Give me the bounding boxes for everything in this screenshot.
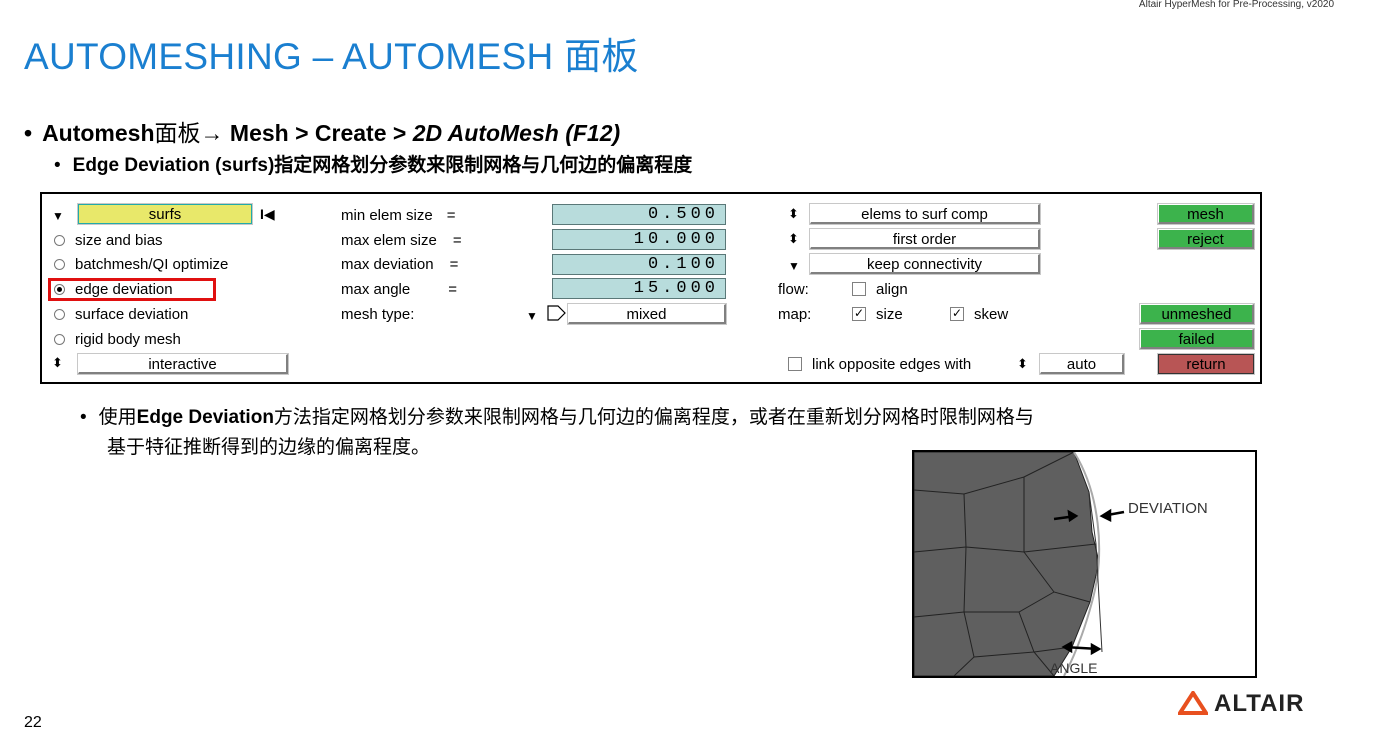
- align-checkbox[interactable]: align: [852, 281, 908, 298]
- radio-icon: [54, 258, 65, 270]
- dropdown-icon[interactable]: ▼: [788, 257, 800, 274]
- radio-size-and-bias[interactable]: size and bias: [54, 232, 163, 249]
- radio-icon: [54, 308, 65, 320]
- radio-icon: [54, 234, 65, 246]
- max-elem-size-field[interactable]: 10.000: [552, 229, 726, 250]
- altair-logo: ALTAIR: [1176, 689, 1305, 718]
- text-segment: 使用: [98, 406, 137, 428]
- toggle-updown-icon[interactable]: ⬍: [788, 206, 799, 222]
- altair-triangle-icon: [1176, 689, 1210, 715]
- flow-label: flow:: [778, 281, 809, 298]
- param-label: max angle =: [341, 281, 457, 298]
- page-number: 22: [24, 714, 42, 731]
- first-order-button[interactable]: first order: [810, 229, 1040, 249]
- param-label: max elem size =: [341, 232, 462, 249]
- element-shape-icon: [546, 304, 566, 322]
- description-line2: 基于特征推断得到的边缘的偏离程度。: [107, 436, 431, 458]
- toggle-updown-icon[interactable]: ⬍: [1017, 356, 1028, 372]
- param-label: min elem size =: [341, 207, 456, 224]
- radio-icon: [54, 333, 65, 345]
- bullet1-cn: 面板: [154, 121, 201, 147]
- param-label: max deviation =: [341, 256, 459, 273]
- edge-deviation-highlight: [48, 278, 216, 301]
- max-deviation-field[interactable]: 0.100: [552, 254, 726, 275]
- interactive-toggle-button[interactable]: interactive: [78, 354, 288, 374]
- entity-dropdown-icon[interactable]: ▼: [52, 207, 64, 224]
- text-bold: Edge Deviation: [136, 407, 274, 428]
- description-line1: • 使用Edge Deviation方法指定网格划分参数来限制网格与几何边的偏离程…: [80, 402, 1034, 429]
- bullet2-text: Edge Deviation (surfs)指定网格划分参数来限制网格与几何边的…: [72, 155, 693, 176]
- checkbox-label: skew: [974, 306, 1009, 323]
- bullet-edge-deviation: • Edge Deviation (surfs)指定网格划分参数来限制网格与几何边…: [54, 150, 692, 177]
- deviation-figure: DEVIATION ANGLE: [912, 450, 1257, 678]
- automesh-panel: ▼ surfs I◀ size and bias batchmesh/QI op…: [40, 192, 1262, 384]
- bullet-dot: •: [54, 155, 61, 176]
- reject-button[interactable]: reject: [1158, 229, 1254, 249]
- text-segment: 方法指定网格划分参数来限制网格与几何边的偏离程度，或者在重新划分网格时限制网格与: [273, 406, 1034, 428]
- mesh-deviation-illustration: [914, 452, 1125, 676]
- unmeshed-button[interactable]: unmeshed: [1140, 304, 1254, 324]
- product-header: Altair HyperMesh for Pre-Processing, v20…: [1138, 0, 1334, 10]
- radio-surface-deviation[interactable]: surface deviation: [54, 306, 188, 323]
- radio-label: surface deviation: [75, 306, 189, 323]
- bullet-dot: •: [24, 120, 33, 146]
- bullet1-prefix: Automesh: [42, 120, 155, 146]
- radio-batchmesh[interactable]: batchmesh/QI optimize: [54, 256, 228, 273]
- checkmark-icon: ✓: [852, 306, 866, 322]
- min-elem-size-field[interactable]: 0.500: [552, 204, 726, 225]
- elems-to-surf-comp-button[interactable]: elems to surf comp: [810, 204, 1040, 224]
- toggle-updown-icon[interactable]: ⬍: [788, 231, 799, 247]
- checkbox-label: align: [876, 281, 908, 298]
- arrow-icon: →: [200, 120, 224, 146]
- link-opposite-edges-checkbox[interactable]: link opposite edges with: [788, 356, 971, 373]
- slide-title: AUTOMESHING – AUTOMESH 面板: [24, 36, 639, 77]
- failed-button[interactable]: failed: [1140, 329, 1254, 349]
- radio-label: size and bias: [75, 232, 163, 249]
- checkbox-label: link opposite edges with: [812, 356, 972, 373]
- map-label: map:: [778, 306, 812, 323]
- checkmark-icon: ✓: [950, 306, 964, 322]
- entity-selector-button[interactable]: surfs: [78, 204, 252, 224]
- deviation-label: DEVIATION: [1128, 500, 1208, 517]
- checkbox-label: size: [876, 306, 903, 323]
- keep-connectivity-button[interactable]: keep connectivity: [810, 254, 1040, 274]
- checkbox-icon: [788, 357, 802, 372]
- mesh-type-dropdown-icon[interactable]: ▼: [526, 307, 538, 324]
- logo-text: ALTAIR: [1214, 690, 1305, 717]
- bullet-dot: •: [80, 407, 87, 428]
- checkbox-icon: [852, 282, 866, 297]
- mesh-type-label: mesh type:: [341, 306, 415, 323]
- auto-button[interactable]: auto: [1040, 354, 1124, 374]
- return-button[interactable]: return: [1158, 354, 1254, 374]
- reset-selection-icon[interactable]: I◀: [260, 206, 275, 223]
- toggle-updown-icon[interactable]: ⬍: [52, 355, 63, 371]
- radio-rigid-body-mesh[interactable]: rigid body mesh: [54, 331, 181, 348]
- angle-label: ANGLE: [1050, 660, 1098, 676]
- max-angle-field[interactable]: 15.000: [552, 278, 726, 299]
- bullet1-italic: 2D AutoMesh (F12): [412, 120, 621, 146]
- bullet1-path: Mesh > Create >: [229, 120, 413, 146]
- mesh-type-button[interactable]: mixed: [568, 304, 726, 324]
- size-checkbox[interactable]: ✓ size: [852, 306, 903, 323]
- bullet-automesh-path: • Automesh面板→ Mesh > Create > 2D AutoMesh…: [24, 114, 620, 148]
- skew-checkbox[interactable]: ✓ skew: [950, 306, 1008, 323]
- radio-label: rigid body mesh: [75, 331, 181, 348]
- mesh-button[interactable]: mesh: [1158, 204, 1254, 224]
- radio-label: batchmesh/QI optimize: [75, 256, 229, 273]
